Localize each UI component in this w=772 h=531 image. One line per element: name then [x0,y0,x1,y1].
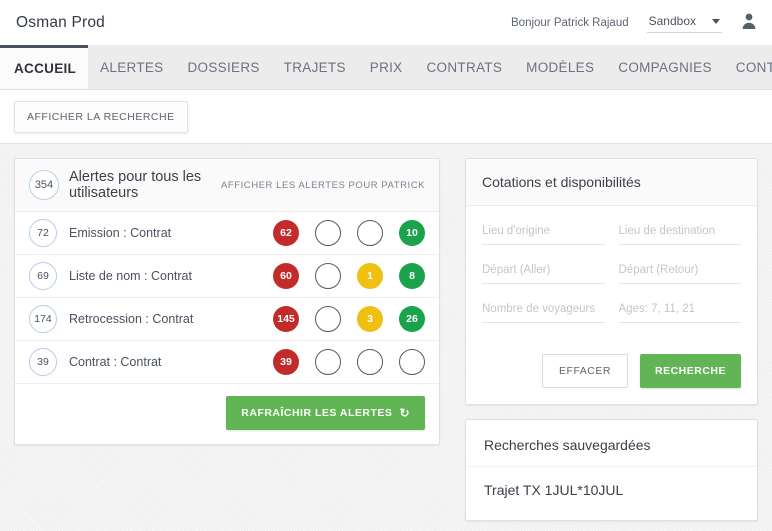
saved-searches-card: Recherches sauvegardées Trajet TX 1JUL*1… [465,419,758,521]
tab-trajets[interactable]: TRAJETS [272,45,358,89]
quotes-card: Cotations et disponibilités [465,158,758,405]
status-badge-empty[interactable] [315,263,341,289]
main-navigation: ACCUEIL ALERTES DOSSIERS TRAJETS PRIX CO… [0,45,772,90]
tab-modeles[interactable]: MODÈLES [514,45,606,89]
status-badge-green[interactable]: 26 [399,306,425,332]
alert-row-badges: 145 3 26 [273,306,425,332]
tab-accueil[interactable]: ACCUEIL [0,45,88,89]
tab-contacts[interactable]: CONTACTS [724,45,772,89]
alert-row-badges: 62 10 [273,220,425,246]
tab-compagnies[interactable]: COMPAGNIES [606,45,724,89]
alert-row-label: Contrat : Contrat [69,355,161,369]
origin-field-wrap [482,222,605,245]
ages-field-wrap [619,300,742,323]
left-column: 354 Alertes pour tous les utilisateurs A… [14,158,440,531]
alerts-total-count: 354 [29,170,59,200]
right-column: Cotations et disponibilités [465,158,758,531]
alert-row-count: 69 [29,262,57,290]
status-badge-empty[interactable] [315,220,341,246]
alert-row-badges: 60 1 8 [273,263,425,289]
alert-row-count: 72 [29,219,57,247]
top-bar: Osman Prod Bonjour Patrick Rajaud Sandbo… [0,0,772,45]
status-badge-green[interactable]: 8 [399,263,425,289]
tab-alertes[interactable]: ALERTES [88,45,175,89]
destination-input[interactable] [619,223,742,245]
table-row[interactable]: 174 Retrocession : Contrat 145 3 26 [15,298,439,341]
status-badge-yellow[interactable]: 3 [357,306,383,332]
greeting-text: Bonjour Patrick Rajaud [511,17,629,29]
form-row-travellers [482,300,741,323]
table-row[interactable]: 69 Liste de nom : Contrat 60 1 8 [15,255,439,298]
refresh-alerts-label: RAFRAÎCHIR LES ALERTES [241,407,392,419]
status-badge-green[interactable]: 10 [399,220,425,246]
quotes-form-actions: EFFACER RECHERCHE [466,344,757,404]
status-badge-empty[interactable] [315,306,341,332]
refresh-alerts-button[interactable]: RAFRAÎCHIR LES ALERTES ↻ [226,396,425,430]
origin-input[interactable] [482,223,605,245]
user-icon[interactable] [740,12,758,33]
destination-field-wrap [619,222,742,245]
clear-button[interactable]: EFFACER [542,354,628,388]
status-badge-red[interactable]: 39 [273,349,299,375]
ages-input[interactable] [619,301,742,323]
chevron-down-icon [712,19,720,24]
tab-contrats[interactable]: CONTRATS [415,45,515,89]
alert-row-label: Liste de nom : Contrat [69,269,192,283]
status-badge-yellow[interactable]: 1 [357,263,383,289]
environment-select[interactable]: Sandbox [647,12,722,33]
refresh-icon: ↻ [399,407,410,419]
departure-return-field-wrap [619,261,742,284]
alerts-title: Alertes pour tous les utilisateurs [69,169,221,201]
list-item[interactable]: Trajet TX 1JUL*10JUL [466,467,757,520]
sub-toolbar: AFFICHER LA RECHERCHE [0,90,772,143]
status-badge-empty[interactable] [357,220,383,246]
tab-dossiers[interactable]: DOSSIERS [176,45,272,89]
status-badge-empty[interactable] [357,349,383,375]
departure-out-input[interactable] [482,262,605,284]
status-badge-red[interactable]: 145 [273,306,299,332]
top-bar-right: Bonjour Patrick Rajaud Sandbox [511,12,758,33]
brand-logo[interactable]: Osman Prod [16,14,105,32]
alerts-header: 354 Alertes pour tous les utilisateurs A… [15,159,439,212]
travellers-input[interactable] [482,301,605,323]
alert-row-badges: 39 [273,349,425,375]
environment-select-value: Sandbox [649,14,696,28]
departure-return-input[interactable] [619,262,742,284]
table-row[interactable]: 39 Contrat : Contrat 39 [15,341,439,384]
show-alerts-for-patrick-link[interactable]: AFFICHER LES ALERTES POUR PATRICK [221,180,425,191]
status-badge-empty[interactable] [315,349,341,375]
show-search-button[interactable]: AFFICHER LA RECHERCHE [14,101,188,133]
application-window: Osman Prod Bonjour Patrick Rajaud Sandbo… [0,0,772,531]
alert-row-count: 174 [29,305,57,333]
page-content: 354 Alertes pour tous les utilisateurs A… [0,143,772,531]
alerts-footer: RAFRAÎCHIR LES ALERTES ↻ [15,384,439,444]
alert-row-count: 39 [29,348,57,376]
alerts-card: 354 Alertes pour tous les utilisateurs A… [14,158,440,445]
status-badge-empty[interactable] [399,349,425,375]
quotes-form [466,206,757,344]
alert-row-label: Retrocession : Contrat [69,312,193,326]
travellers-field-wrap [482,300,605,323]
quotes-title: Cotations et disponibilités [466,159,757,206]
departure-out-field-wrap [482,261,605,284]
search-button[interactable]: RECHERCHE [640,354,741,388]
form-row-dates [482,261,741,284]
table-row[interactable]: 72 Emission : Contrat 62 10 [15,212,439,255]
status-badge-red[interactable]: 62 [273,220,299,246]
form-row-locations [482,222,741,245]
tab-prix[interactable]: PRIX [358,45,415,89]
alert-row-label: Emission : Contrat [69,226,171,240]
status-badge-red[interactable]: 60 [273,263,299,289]
saved-searches-title: Recherches sauvegardées [466,420,757,467]
